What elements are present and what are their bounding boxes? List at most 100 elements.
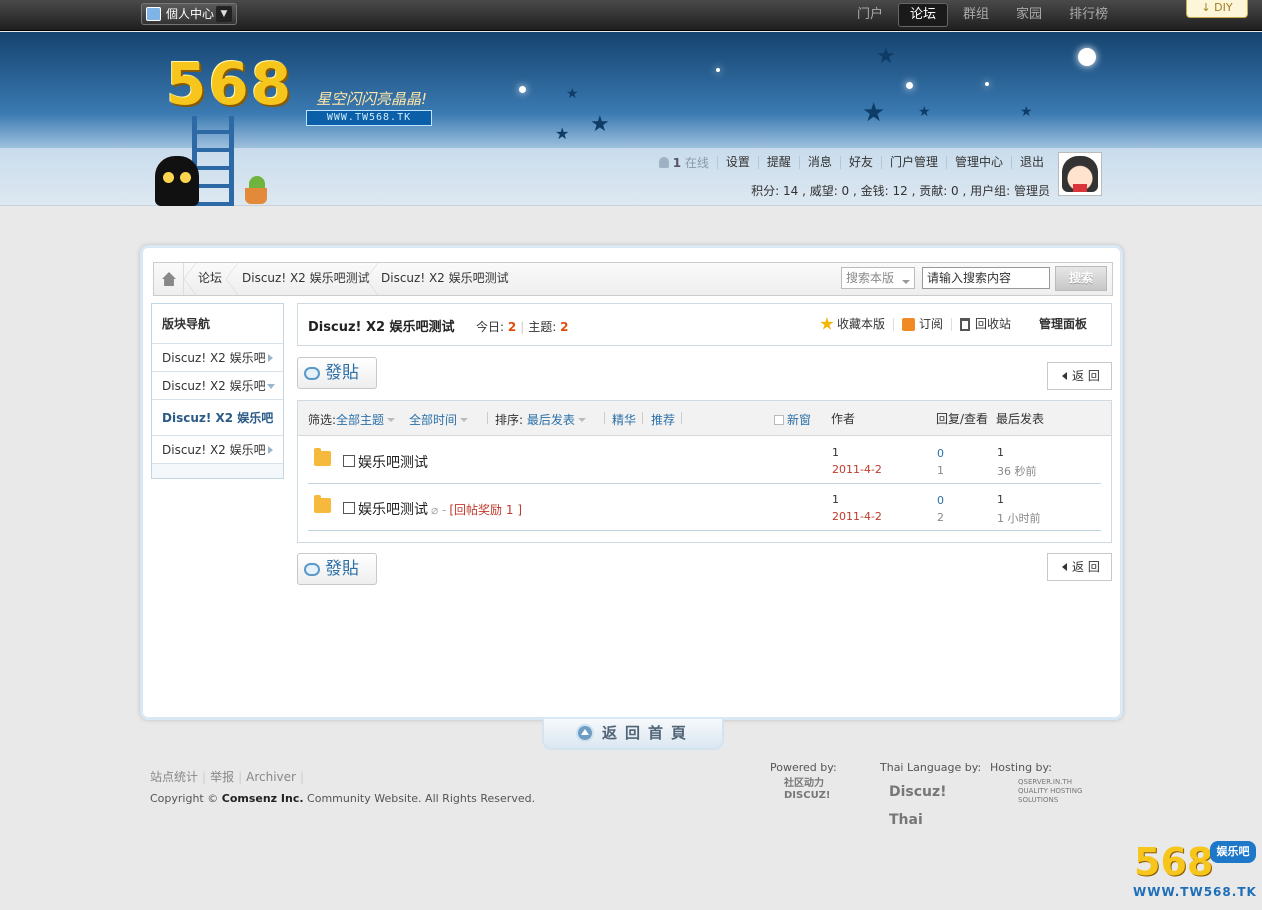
search-input[interactable]: 请输入搜索内容 <box>922 267 1050 289</box>
online-indicator[interactable]: 1 在线 <box>658 154 717 171</box>
filter-digest[interactable]: 精华 <box>612 411 636 428</box>
thread-last-poster[interactable]: 1 <box>997 493 1004 506</box>
filter-recommend[interactable]: 推荐 <box>651 411 675 428</box>
recycle-bin-label: 回收站 <box>974 316 1011 331</box>
copyright-suffix: Community Website. All Rights Reserved. <box>307 792 536 805</box>
footer-link-stats[interactable]: 站点统计 <box>150 770 198 784</box>
footer-link-report[interactable]: 举报 <box>210 770 234 784</box>
thread-title[interactable]: 娱乐吧测试 <box>358 502 428 518</box>
discuz-logo[interactable]: 社区动力 DISCUZ! <box>784 778 858 802</box>
new-post-button[interactable]: 發貼 <box>297 357 377 389</box>
menu-settings[interactable]: 设置 <box>716 155 758 169</box>
avatar[interactable] <box>1058 152 1102 196</box>
subscribe-label: 订阅 <box>918 316 943 331</box>
footer-link-archiver[interactable]: Archiver <box>246 770 296 784</box>
site-logo[interactable]: 568 <box>166 50 293 118</box>
forum-actions: 收藏本版 订阅 回收站 管理面板 <box>812 317 1095 331</box>
chevron-down-icon <box>902 280 910 284</box>
admin-panel-button[interactable]: 管理面板 <box>1019 317 1095 331</box>
thread-author[interactable]: 1 <box>832 493 839 506</box>
menu-messages[interactable]: 消息 <box>798 155 840 169</box>
search-scope-label: 搜索本版 <box>846 271 895 285</box>
new-post-button-bottom[interactable]: 發貼 <box>297 553 377 585</box>
copyright: Copyright © Comsenz Inc. Community Websi… <box>150 792 535 805</box>
today-count: 2 <box>507 320 517 334</box>
recycle-bin-button[interactable]: 回收站 <box>950 316 1019 331</box>
nav-home[interactable]: 家园 <box>1004 3 1054 27</box>
thread-author[interactable]: 1 <box>832 446 839 459</box>
chevron-down-icon <box>577 418 586 422</box>
back-button[interactable]: 返 回 <box>1047 362 1112 390</box>
thread-last-time[interactable]: 1 小时前 <box>997 510 1041 526</box>
filter-all-time[interactable]: 全部时间 <box>409 411 469 428</box>
pot-decoration <box>245 188 267 204</box>
new-window-toggle[interactable]: 新窗 <box>774 411 811 428</box>
star-icon: ★ <box>566 86 579 102</box>
star-icon: ★ <box>1020 104 1033 120</box>
corner-url: WWW.TW568.TK <box>1133 885 1257 899</box>
thread-title[interactable]: 娱乐吧测试 <box>358 452 428 472</box>
menu-admin-center[interactable]: 管理中心 <box>945 155 1011 169</box>
thread-last-time[interactable]: 36 秒前 <box>997 463 1037 479</box>
chevron-left-icon <box>1062 372 1067 380</box>
star-icon <box>820 317 834 330</box>
sidebar-item[interactable]: Discuz! X2 娱乐吧 <box>152 344 283 372</box>
thread-checkbox[interactable] <box>343 455 355 467</box>
diy-button[interactable]: ↓ DIY <box>1186 0 1248 18</box>
sidebar-item[interactable]: Discuz! X2 娱乐吧 <box>152 436 283 464</box>
thread-checkbox[interactable] <box>343 502 355 514</box>
nav-portal[interactable]: 门户 <box>845 3 895 27</box>
favorite-forum-button[interactable]: 收藏本版 <box>812 317 893 331</box>
nav-groups[interactable]: 群组 <box>951 3 1001 27</box>
forum-header: Discuz! X2 娱乐吧测试 今日: 2 | 主题: 2 收藏本版 订阅 回收站… <box>297 303 1112 346</box>
filter-all-topics[interactable]: 全部主题 <box>336 413 396 427</box>
subscribe-button[interactable]: 订阅 <box>892 316 951 331</box>
thread-last-poster[interactable]: 1 <box>997 446 1004 459</box>
home-button[interactable] <box>154 263 184 295</box>
sort-select[interactable]: 最后发表 <box>527 413 586 427</box>
trash-icon <box>959 317 970 331</box>
new-window-checkbox[interactable] <box>774 415 784 425</box>
chevron-right-icon <box>268 354 273 362</box>
search-button[interactable]: 搜索 <box>1055 266 1107 291</box>
breadcrumb-separator <box>184 263 196 295</box>
user-credits[interactable]: 积分: 14 , 威望: 0 , 金钱: 12 , 贡献: 0 , 用户组: 管… <box>751 182 1050 199</box>
chevron-down-icon[interactable]: ▼ <box>216 6 232 22</box>
thread-date: 2011-4-2 <box>832 510 882 523</box>
nav-forum[interactable]: 论坛 <box>898 3 949 27</box>
breadcrumb-forum[interactable]: 论坛 <box>198 263 222 295</box>
personal-center-menu[interactable]: 個人中心 ▼ <box>141 3 237 25</box>
sidebar-item-current[interactable]: Discuz! X2 娱乐吧 <box>152 400 283 436</box>
user-menu: 1 在线 设置 提醒 消息 好友 门户管理 管理中心 退出 <box>658 154 1052 171</box>
diy-label: DIY <box>1214 1 1233 14</box>
menu-portal-admin[interactable]: 门户管理 <box>880 155 946 169</box>
search-scope-select[interactable]: 搜索本版 <box>841 267 915 289</box>
new-post-label: 發貼 <box>325 363 359 383</box>
breadcrumb-current[interactable]: Discuz! X2 娱乐吧测试 <box>381 263 509 295</box>
discuz-thai-logo[interactable]: Discuz! Thai <box>889 778 975 834</box>
back-label: 返 回 <box>1072 369 1100 383</box>
nav-ranking[interactable]: 排行榜 <box>1057 3 1120 27</box>
sort-label: 排序: <box>495 413 524 427</box>
star-dot <box>519 86 526 93</box>
menu-logout[interactable]: 退出 <box>1010 155 1052 169</box>
speech-bubble-icon <box>304 367 320 380</box>
thai-language-label: Thai Language by: <box>880 761 982 774</box>
footer-links: 站点统计 | 举报 | Archiver | <box>150 770 305 784</box>
qserver-logo[interactable]: QSERVER.IN.TH QUALITY HOSTING SOLUTIONS <box>1018 778 1102 805</box>
thread-replies[interactable]: 0 <box>937 494 944 507</box>
thread-replies[interactable]: 0 <box>937 447 944 460</box>
menu-reminders[interactable]: 提醒 <box>757 155 799 169</box>
back-label: 返 回 <box>1072 560 1100 574</box>
sidebar-title: 版块导航 <box>152 304 283 344</box>
sidebar-item[interactable]: Discuz! X2 娱乐吧 <box>152 372 283 400</box>
back-to-home-button[interactable]: 返回首頁 <box>542 719 724 750</box>
corner-logo[interactable]: 568 <box>1134 842 1213 882</box>
filter-all-time-label: 全部时间 <box>409 413 458 427</box>
chevron-right-icon <box>268 446 273 454</box>
menu-friends[interactable]: 好友 <box>839 155 881 169</box>
breadcrumb-category[interactable]: Discuz! X2 娱乐吧测试 <box>242 263 370 295</box>
back-button-bottom[interactable]: 返 回 <box>1047 553 1112 581</box>
sidebar-item-label: Discuz! X2 娱乐吧 <box>162 351 266 365</box>
copyright-company[interactable]: Comsenz Inc. <box>222 792 304 805</box>
